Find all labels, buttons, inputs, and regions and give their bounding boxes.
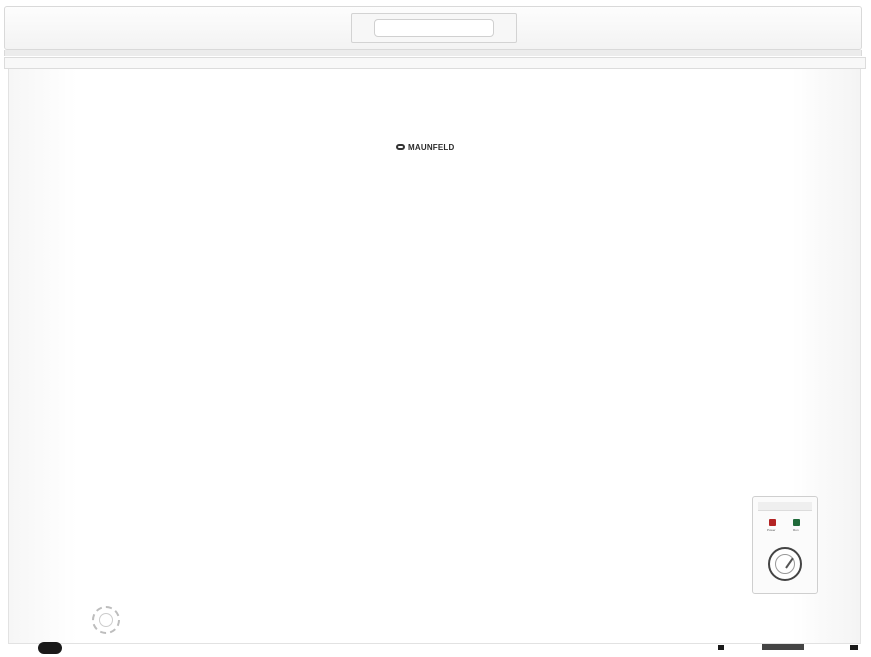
- drain-plug-center: [99, 613, 113, 627]
- panel-top-strip: [758, 502, 812, 511]
- power-indicator-light: [769, 519, 776, 526]
- run-indicator-label: Run: [793, 528, 799, 532]
- thermostat-knob-icon[interactable]: [775, 554, 795, 574]
- lid-edge: [4, 50, 862, 56]
- drain-plug-icon[interactable]: [92, 606, 120, 634]
- run-indicator-light: [793, 519, 800, 526]
- foot-left-small: [718, 645, 724, 650]
- foot-right-small: [850, 645, 858, 650]
- lid-handle[interactable]: [351, 13, 517, 43]
- brand-logo: MAUNFELD: [396, 142, 454, 152]
- maunfeld-logo-icon: [396, 144, 405, 150]
- handle-grip[interactable]: [374, 19, 494, 37]
- control-panel: Power Run: [752, 496, 818, 594]
- freezer-body: [8, 69, 861, 644]
- freezer-rim: [4, 57, 866, 69]
- foot-right: [762, 644, 804, 650]
- thermostat-dial[interactable]: [768, 547, 802, 581]
- knob-pointer: [785, 557, 794, 569]
- wheel-icon: [38, 642, 62, 654]
- power-indicator-label: Power: [767, 528, 776, 532]
- brand-name: MAUNFELD: [408, 142, 455, 152]
